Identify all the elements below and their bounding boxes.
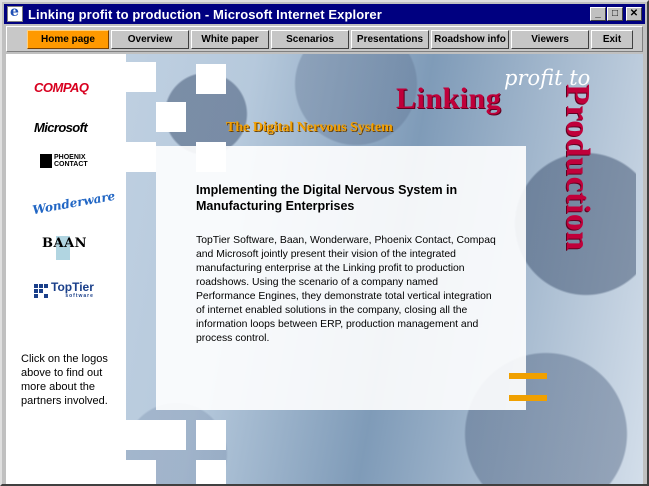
- decor-square: [126, 460, 156, 484]
- minimize-button[interactable]: _: [590, 7, 606, 21]
- tagline: The Digital Nervous System: [226, 120, 393, 135]
- phoenix-wordmark: PHOENIX CONTACT: [54, 154, 88, 168]
- production-text: Production: [559, 84, 596, 251]
- close-button[interactable]: ✕: [626, 7, 642, 21]
- decor-square: [196, 460, 226, 484]
- nav-overview[interactable]: Overview: [111, 30, 189, 49]
- maximize-button[interactable]: □: [607, 7, 623, 21]
- nav-presentations[interactable]: Presentations: [351, 30, 429, 49]
- toptier-logo[interactable]: TopTier software: [34, 280, 94, 299]
- compaq-logo[interactable]: COMPAQ: [34, 80, 89, 95]
- toptier-grid-icon: [34, 283, 48, 298]
- phoenix-line2: CONTACT: [54, 161, 88, 168]
- browser-window: Linking profit to production - Microsoft…: [0, 0, 649, 486]
- nav-home-page[interactable]: Home page: [27, 30, 109, 49]
- decor-square: [196, 420, 226, 450]
- decor-square: [126, 142, 156, 172]
- decor-square: [126, 420, 156, 450]
- toptier-name: TopTier: [51, 280, 94, 294]
- phoenix-contact-logo[interactable]: PHOENIX CONTACT: [40, 154, 88, 168]
- production-vertical-heading: Production: [558, 84, 598, 334]
- orange-bar: [509, 395, 547, 401]
- nav-viewers[interactable]: Viewers: [511, 30, 589, 49]
- microsoft-logo[interactable]: Microsoft: [34, 120, 88, 135]
- intro-card: Implementing the Digital Nervous System …: [156, 146, 526, 410]
- phoenix-line1: PHOENIX: [54, 154, 86, 161]
- title-bar: Linking profit to production - Microsoft…: [4, 4, 645, 24]
- decor-square: [156, 420, 186, 450]
- baan-logo[interactable]: BAAN: [42, 236, 87, 251]
- intro-paragraph: TopTier Software, Baan, Wonderware, Phoe…: [196, 235, 496, 344]
- sidebar-instruction: Click on the logos above to find out mor…: [21, 353, 108, 407]
- decor-square: [156, 102, 186, 132]
- phoenix-mark-icon: [40, 154, 52, 168]
- partner-sidebar: [6, 54, 126, 484]
- decor-square: [196, 64, 226, 94]
- internet-explorer-icon[interactable]: [7, 4, 23, 22]
- nav-scenarios[interactable]: Scenarios: [271, 30, 349, 49]
- navigation-bar: Home page Overview White paper Scenarios…: [6, 26, 643, 52]
- nav-roadshow-info[interactable]: Roadshow info: [431, 30, 509, 49]
- nav-white-paper[interactable]: White paper: [191, 30, 269, 49]
- decor-square: [126, 62, 156, 92]
- orange-bar: [509, 373, 547, 379]
- linking-heading: Linking: [396, 82, 502, 115]
- window-title: Linking profit to production - Microsoft…: [28, 6, 382, 22]
- page-content: COMPAQ Microsoft PHOENIX CONTACT Wonderwa…: [6, 54, 643, 484]
- page-title: Implementing the Digital Nervous System …: [196, 183, 458, 213]
- nav-exit[interactable]: Exit: [591, 30, 633, 49]
